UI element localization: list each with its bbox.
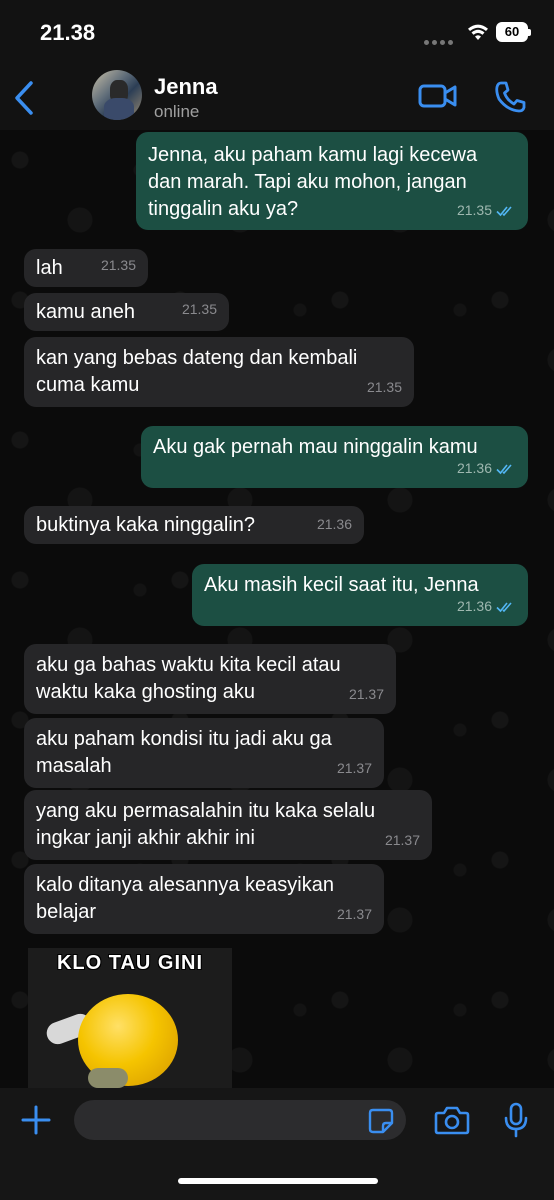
message-text: yang aku permasalahin itu kaka selalu in… bbox=[36, 800, 376, 849]
contact-name[interactable]: Jenna bbox=[154, 74, 218, 100]
double-check-icon bbox=[496, 205, 512, 216]
phone-icon[interactable] bbox=[494, 80, 526, 114]
message-bubble-incoming[interactable]: aku paham kondisi itu jadi aku ga masala… bbox=[24, 718, 384, 788]
message-time: 21.37 bbox=[348, 686, 384, 702]
message-bubble-outgoing[interactable]: Aku gak pernah mau ninggalin kamu 21.36 bbox=[141, 426, 528, 488]
message-text: buktinya kaka ninggalin? bbox=[36, 514, 256, 536]
message-bubble-incoming[interactable]: buktinya kaka ninggalin? 21.36 bbox=[24, 506, 364, 544]
message-time: 21.37 bbox=[336, 760, 372, 776]
message-time: 21.35 bbox=[456, 202, 492, 218]
message-text: kan yang bebas dateng dan kembali cuma k… bbox=[36, 347, 358, 396]
message-time: 21.35 bbox=[100, 257, 136, 273]
status-bar: 21.38 60 bbox=[0, 0, 554, 66]
message-input[interactable] bbox=[74, 1100, 406, 1140]
message-time: 21.37 bbox=[384, 832, 420, 848]
message-bubble-outgoing[interactable]: Aku masih kecil saat itu, Jenna 21.36 bbox=[192, 564, 528, 626]
message-bubble-outgoing[interactable]: Jenna, aku paham kamu lagi kecewa dan ma… bbox=[136, 132, 528, 230]
home-indicator[interactable] bbox=[178, 1178, 378, 1184]
sticker-icon[interactable] bbox=[368, 1108, 394, 1134]
message-time: 21.35 bbox=[181, 301, 217, 317]
double-check-icon bbox=[496, 463, 512, 474]
message-bubble-incoming[interactable]: yang aku permasalahin itu kaka selalu in… bbox=[24, 790, 432, 860]
video-call-icon[interactable] bbox=[418, 80, 458, 112]
message-text: aku paham kondisi itu jadi aku ga masala… bbox=[36, 728, 332, 777]
contact-status: online bbox=[154, 102, 200, 121]
message-text: aku ga bahas waktu kita kecil atau waktu… bbox=[36, 654, 341, 703]
double-check-icon bbox=[496, 601, 512, 612]
microphone-icon[interactable] bbox=[502, 1102, 530, 1138]
sticker-caption: KLO TAU GINI bbox=[56, 952, 204, 974]
chat-area[interactable]: Jenna, aku paham kamu lagi kecewa dan ma… bbox=[0, 130, 554, 1088]
message-bubble-incoming[interactable]: kalo ditanya alesannya keasyikan belajar… bbox=[24, 864, 384, 934]
plus-icon[interactable] bbox=[20, 1104, 52, 1136]
message-time: 21.36 bbox=[456, 598, 492, 614]
signal-icon bbox=[424, 32, 456, 50]
message-time: 21.36 bbox=[316, 516, 352, 532]
battery-indicator: 60 bbox=[496, 22, 531, 42]
back-icon[interactable] bbox=[12, 80, 36, 116]
status-time: 21.38 bbox=[40, 20, 96, 45]
chat-header: Jenna online bbox=[0, 66, 554, 130]
message-bubble-incoming[interactable]: kan yang bebas dateng dan kembali cuma k… bbox=[24, 337, 414, 407]
avatar[interactable] bbox=[92, 70, 142, 120]
message-bubble-incoming[interactable]: aku ga bahas waktu kita kecil atau waktu… bbox=[24, 644, 396, 714]
wifi-icon bbox=[468, 24, 488, 40]
message-time: 21.35 bbox=[366, 379, 402, 395]
message-bubble-incoming[interactable]: lah 21.35 bbox=[24, 249, 148, 287]
message-time: 21.37 bbox=[336, 906, 372, 922]
camera-icon[interactable] bbox=[434, 1104, 470, 1136]
message-time: 21.36 bbox=[456, 460, 492, 476]
message-text: kalo ditanya alesannya keasyikan belajar bbox=[36, 874, 334, 923]
message-bubble-incoming[interactable]: kamu aneh 21.35 bbox=[24, 293, 229, 331]
sticker-image[interactable]: KLO TAU GINI bbox=[28, 948, 232, 1088]
